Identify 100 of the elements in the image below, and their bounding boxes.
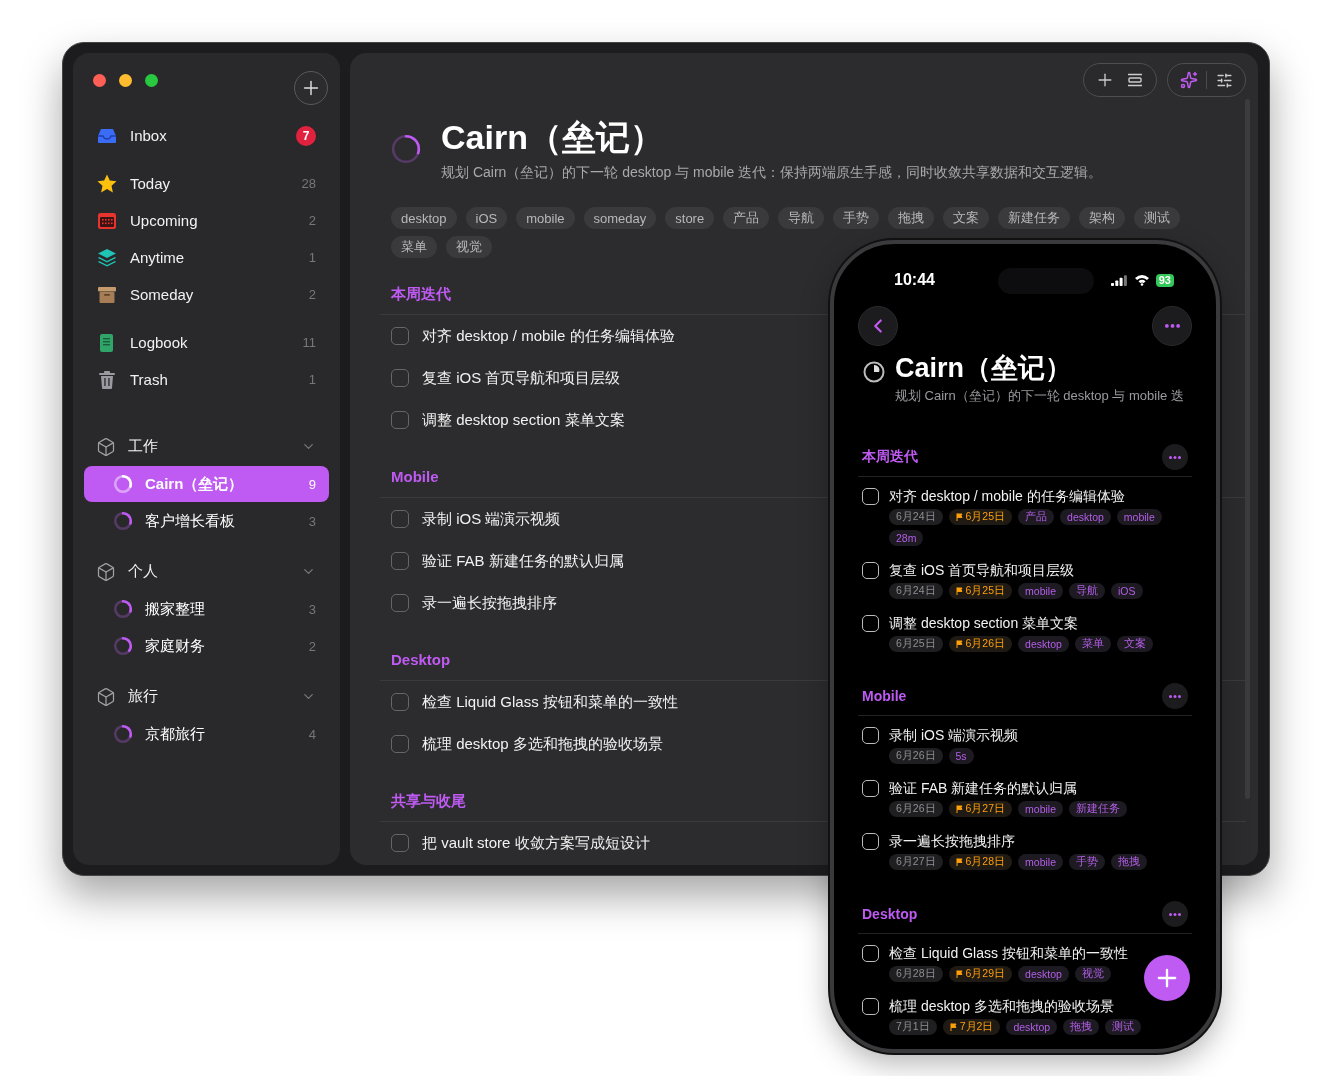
sidebar-label: Trash <box>130 371 169 388</box>
task-checkbox[interactable] <box>862 727 879 744</box>
close-button[interactable] <box>93 73 106 87</box>
task-title[interactable]: 对齐 desktop / mobile 的任务编辑体验 <box>889 487 1179 506</box>
minimize-button[interactable] <box>119 73 132 87</box>
task-checkbox[interactable] <box>862 562 879 579</box>
item-count: 1 <box>308 250 316 265</box>
task-checkbox[interactable] <box>391 552 409 570</box>
flag-icon <box>955 513 963 521</box>
task-checkbox[interactable] <box>862 780 879 797</box>
play-circle-icon <box>863 361 885 383</box>
sidebar-item[interactable]: Trash 1 <box>84 361 329 398</box>
tag-chip[interactable]: 导航 <box>778 207 825 229</box>
tag-chip[interactable]: 新建任务 <box>998 207 1071 229</box>
tag-chip[interactable]: iOS <box>465 207 508 229</box>
task-checkbox[interactable] <box>862 945 879 962</box>
progress-ring-icon <box>113 474 133 494</box>
task-title[interactable]: 录一遍长按拖拽排序 <box>889 832 1147 851</box>
cube-icon <box>96 561 116 582</box>
sidebar-item[interactable]: Inbox 7 <box>84 117 329 154</box>
project-item[interactable]: 客户增长看板 3 <box>84 503 329 539</box>
sparkle-icon <box>1180 71 1198 89</box>
sidebar-item[interactable]: Today 28 <box>84 165 329 202</box>
task-checkbox[interactable] <box>862 488 879 505</box>
tag-chip: 文案 <box>1116 636 1153 652</box>
duration-chip: 5s <box>948 748 974 764</box>
sidebar-item[interactable]: Anytime 1 <box>84 239 329 276</box>
zoom-button[interactable] <box>145 73 158 87</box>
date-chip: 6月25日 <box>889 636 943 652</box>
tag-chip[interactable]: 视觉 <box>446 236 492 258</box>
task-title[interactable]: 验证 FAB 新建任务的默认归属 <box>889 779 1127 798</box>
date-chip: 6月28日 <box>889 966 943 982</box>
task-checkbox[interactable] <box>862 833 879 850</box>
tag-chip[interactable]: 手势 <box>833 207 880 229</box>
project-item[interactable]: 搬家整理 3 <box>84 591 329 627</box>
task-checkbox[interactable] <box>391 411 409 429</box>
cube-icon <box>96 436 116 457</box>
task-checkbox[interactable] <box>391 369 409 387</box>
tag-chip[interactable]: 拖拽 <box>888 207 935 229</box>
tag-chip[interactable]: mobile <box>516 207 575 229</box>
project-description: 规划 Cairn（垒记）的下一轮 desktop 与 mobile 迭代：保持两端原生手感，同时收敛共享数据和交互逻辑。 <box>441 163 1103 182</box>
task-title[interactable]: 录一遍长按拖拽排序 <box>422 593 557 613</box>
tag-chip: desktop <box>1006 1019 1058 1035</box>
tag-chip: mobile <box>1018 583 1063 599</box>
task-title[interactable]: 复查 iOS 首页导航和项目层级 <box>422 368 621 388</box>
sidebar-item[interactable]: Someday 2 <box>84 276 329 313</box>
section-menu-button[interactable] <box>1162 444 1188 470</box>
more-button[interactable] <box>1152 306 1192 346</box>
task-title[interactable]: 检查 Liquid Glass 按钮和菜单的一致性 <box>422 692 678 712</box>
project-description: 规划 Cairn（垒记）的下一轮 desktop 与 mobile 迭 <box>895 387 1184 405</box>
tag-chip[interactable]: someday <box>583 207 657 229</box>
area-name: 旅行 <box>128 687 159 706</box>
more-icon <box>1164 324 1180 328</box>
project-count: 3 <box>308 513 316 529</box>
cube-icon <box>96 686 116 707</box>
tag-chip[interactable]: 菜单 <box>391 236 437 258</box>
tag-chip[interactable]: 测试 <box>1134 207 1181 229</box>
project-item[interactable]: 京都旅行 4 <box>84 716 329 752</box>
section-menu-button[interactable] <box>1162 901 1188 927</box>
project-item[interactable]: 家庭财务 2 <box>84 628 329 664</box>
task-checkbox[interactable] <box>391 594 409 612</box>
task-title[interactable]: 梳理 desktop 多选和拖拽的验收场景 <box>889 997 1142 1016</box>
sidebar-item[interactable]: Upcoming 2 <box>84 202 329 239</box>
add-button[interactable] <box>294 71 328 105</box>
sidebar-item[interactable]: Logbook 11 <box>84 324 329 361</box>
tag-chip: 测试 <box>1105 1019 1142 1035</box>
task-title[interactable]: 验证 FAB 新建任务的默认归属 <box>422 551 624 571</box>
task-checkbox[interactable] <box>862 615 879 632</box>
task-checkbox[interactable] <box>862 998 879 1015</box>
date-chip: 7月1日 <box>889 1019 937 1035</box>
task-title[interactable]: 把 vault store 收敛方案写成短设计 <box>422 833 650 853</box>
task-title[interactable]: 调整 desktop section 菜单文案 <box>889 614 1153 633</box>
section-menu-button[interactable] <box>1162 683 1188 709</box>
progress-ring-icon <box>113 599 133 619</box>
wifi-icon <box>1133 274 1150 286</box>
tag-chip[interactable]: desktop <box>391 207 457 229</box>
tag-chip[interactable]: 文案 <box>943 207 990 229</box>
task-title[interactable]: 对齐 desktop / mobile 的任务编辑体验 <box>422 326 675 346</box>
tag-chip[interactable]: 产品 <box>723 207 770 229</box>
date-chip: 6月26日 <box>889 801 943 817</box>
tag-chip[interactable]: store <box>665 207 715 229</box>
area-header[interactable]: 个人 <box>84 553 329 590</box>
task-title[interactable]: 梳理 desktop 多选和拖拽的验收场景 <box>422 734 663 754</box>
task-title[interactable]: 录制 iOS 端演示视频 <box>422 509 561 529</box>
section-title: Mobile <box>862 688 907 704</box>
tag-chip: 拖拽 <box>1063 1019 1100 1035</box>
task-title[interactable]: 检查 Liquid Glass 按钮和菜单的一致性 <box>889 944 1128 963</box>
task-checkbox[interactable] <box>391 834 409 852</box>
task-title[interactable]: 调整 desktop section 菜单文案 <box>422 410 625 430</box>
back-button[interactable] <box>858 306 898 346</box>
task-checkbox[interactable] <box>391 693 409 711</box>
task-checkbox[interactable] <box>391 510 409 528</box>
task-title[interactable]: 复查 iOS 首页导航和项目层级 <box>889 561 1143 580</box>
tag-chip[interactable]: 架构 <box>1079 207 1126 229</box>
task-checkbox[interactable] <box>391 327 409 345</box>
area-header[interactable]: 工作 <box>84 428 329 465</box>
project-item[interactable]: Cairn（垒记） 9 <box>84 466 329 502</box>
area-header[interactable]: 旅行 <box>84 678 329 715</box>
task-checkbox[interactable] <box>391 735 409 753</box>
task-title[interactable]: 录制 iOS 端演示视频 <box>889 726 1019 745</box>
